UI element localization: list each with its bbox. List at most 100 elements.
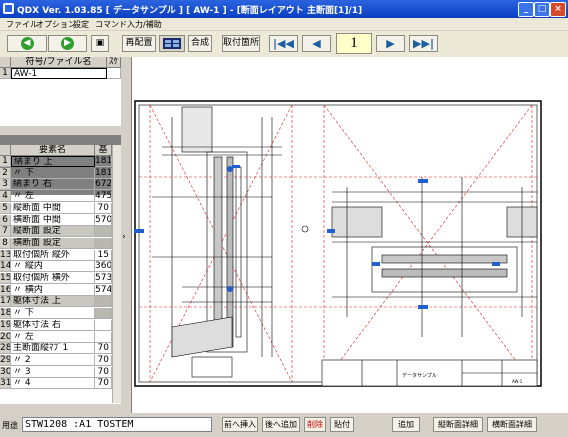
- section-drawing: データサンプル AW-1: [132, 57, 568, 413]
- element-name-cell[interactable]: 横断面 設定: [11, 238, 95, 249]
- first-page-button[interactable]: |◀◀: [269, 35, 298, 52]
- element-value-cell[interactable]: 570: [95, 215, 112, 226]
- file-name-cell[interactable]: AW-1: [11, 68, 107, 79]
- base-header[interactable]: 基: [95, 145, 112, 156]
- row-number: 31: [0, 378, 11, 389]
- last-page-button[interactable]: ▶▶|: [409, 35, 438, 52]
- menu-settings[interactable]: 設定: [73, 19, 89, 30]
- back-button[interactable]: ◀: [7, 35, 47, 52]
- row-number: 30: [0, 367, 11, 378]
- page-number-field[interactable]: 1: [336, 33, 372, 54]
- menu-input-assist[interactable]: 入力/補助: [127, 19, 162, 30]
- row-number: 15: [0, 273, 11, 284]
- compose-button[interactable]: 合成: [188, 35, 212, 52]
- horizontal-detail-button[interactable]: 横断面詳細: [487, 417, 537, 432]
- delete-button[interactable]: 削除: [304, 417, 326, 432]
- file-name-header[interactable]: 符号/ファイル名: [11, 57, 107, 68]
- grid-corner: [0, 57, 11, 68]
- scale-cell[interactable]: [107, 68, 121, 79]
- element-value-cell[interactable]: 181: [95, 168, 112, 179]
- element-name-header[interactable]: 要素名: [11, 145, 95, 156]
- maximize-button[interactable]: □: [534, 2, 550, 17]
- element-name-cell[interactable]: 〃 左: [11, 332, 95, 343]
- back-arrow-icon: ◀: [20, 37, 34, 50]
- add-button[interactable]: 追加: [392, 417, 420, 432]
- insert-before-button[interactable]: 前へ挿入: [222, 417, 258, 432]
- element-value-cell[interactable]: 574: [95, 285, 112, 296]
- element-name-cell[interactable]: 〃 4: [11, 378, 95, 389]
- element-value-cell[interactable]: [95, 308, 112, 319]
- element-name-cell[interactable]: 〃 下: [11, 168, 95, 179]
- element-name-cell[interactable]: 躯体寸法 上: [11, 296, 95, 307]
- row-number: 6: [0, 215, 11, 226]
- usage-label: 用途: [2, 421, 18, 430]
- row-number: 2: [0, 168, 11, 179]
- element-value-cell[interactable]: 15: [95, 250, 112, 261]
- element-name-cell[interactable]: 〃 縦内: [11, 261, 95, 272]
- save-button[interactable]: ▣: [91, 35, 109, 52]
- element-value-cell[interactable]: 181: [95, 156, 112, 167]
- row-number: 16: [0, 285, 11, 296]
- row-number: 7: [0, 226, 11, 237]
- element-value-cell[interactable]: 70: [95, 378, 112, 389]
- element-name-cell[interactable]: 横断面 中間: [11, 215, 95, 226]
- row-number: 17: [0, 296, 11, 307]
- element-name-cell[interactable]: 取付個所 横外: [11, 273, 95, 284]
- element-value-cell[interactable]: 475: [95, 191, 112, 202]
- element-value-cell[interactable]: 70: [95, 343, 112, 354]
- row-number: 1: [0, 156, 11, 167]
- element-name-cell[interactable]: 〃 2: [11, 355, 95, 366]
- element-value-cell[interactable]: 672: [95, 179, 112, 190]
- next-page-button[interactable]: ▶: [376, 35, 405, 52]
- layout-toggle-button[interactable]: [159, 35, 185, 52]
- element-grid-hscroll[interactable]: [0, 403, 121, 413]
- element-value-cell[interactable]: 70: [95, 203, 112, 214]
- append-after-button[interactable]: 後へ追加: [262, 417, 300, 432]
- element-name-cell[interactable]: 納まり 右: [11, 179, 95, 190]
- row-number: 28: [0, 343, 11, 354]
- element-value-cell[interactable]: [95, 296, 112, 307]
- minimize-button[interactable]: _: [518, 2, 534, 17]
- titleblock-text: データサンプル: [402, 372, 437, 379]
- floppy-disk-icon: ▣: [95, 38, 105, 48]
- forward-button[interactable]: ▶: [48, 35, 87, 52]
- element-name-cell[interactable]: 納まり 上: [11, 156, 95, 167]
- mount-point-button[interactable]: 取付箇所: [222, 35, 260, 52]
- pane-divider[interactable]: ›: [121, 57, 130, 413]
- element-name-cell[interactable]: 〃 左: [11, 191, 95, 202]
- element-name-cell[interactable]: 主断面縦ﾏﾌﾞ1: [11, 343, 95, 354]
- element-name-cell[interactable]: 〃 横内: [11, 285, 95, 296]
- element-value-cell[interactable]: 360: [95, 261, 112, 272]
- element-value-cell[interactable]: 573: [95, 273, 112, 284]
- next-page-icon: ▶: [386, 37, 395, 50]
- menu-options[interactable]: オプション: [36, 19, 76, 30]
- element-name-cell[interactable]: 〃 3: [11, 367, 95, 378]
- paste-button[interactable]: 貼付: [330, 417, 354, 432]
- prev-page-button[interactable]: ◀: [302, 35, 331, 52]
- element-value-cell[interactable]: 70: [95, 355, 112, 366]
- close-button[interactable]: ×: [550, 2, 566, 17]
- element-name-cell[interactable]: 躯体寸法 右: [11, 320, 95, 331]
- usage-field[interactable]: STW1208 :A1 TOSTEM: [22, 417, 212, 432]
- last-page-icon: ▶▶|: [413, 37, 434, 50]
- element-value-cell[interactable]: [95, 238, 112, 249]
- vertical-detail-button[interactable]: 縦断面詳細: [433, 417, 483, 432]
- menu-file[interactable]: ファイル: [6, 19, 38, 30]
- rearrange-button[interactable]: 再配置: [122, 35, 156, 52]
- element-name-cell[interactable]: 縦断面 設定: [11, 226, 95, 237]
- element-value-cell[interactable]: [95, 320, 112, 331]
- element-value-cell[interactable]: [95, 226, 112, 237]
- first-page-icon: |◀◀: [273, 37, 294, 50]
- element-name-cell[interactable]: 縦断面 中間: [11, 203, 95, 214]
- file-grid-hscroll[interactable]: [0, 125, 121, 135]
- element-value-cell[interactable]: [95, 332, 112, 343]
- menu-bar: ファイル オプション 設定 コマンド 入力/補助: [0, 18, 568, 30]
- toolbar: ◀ ▶ ▣ 再配置 合成 取付箇所 |◀◀ ◀ ▶ ▶▶|: [0, 31, 568, 57]
- menu-command[interactable]: コマンド: [95, 19, 127, 30]
- element-name-cell[interactable]: 取付個所 縦外: [11, 250, 95, 261]
- scale-header[interactable]: ｽｹ: [107, 57, 121, 68]
- row-number: 20: [0, 332, 11, 343]
- element-value-cell[interactable]: 70: [95, 367, 112, 378]
- element-name-cell[interactable]: 〃 下: [11, 308, 95, 319]
- drawing-canvas[interactable]: データサンプル AW-1: [131, 57, 568, 413]
